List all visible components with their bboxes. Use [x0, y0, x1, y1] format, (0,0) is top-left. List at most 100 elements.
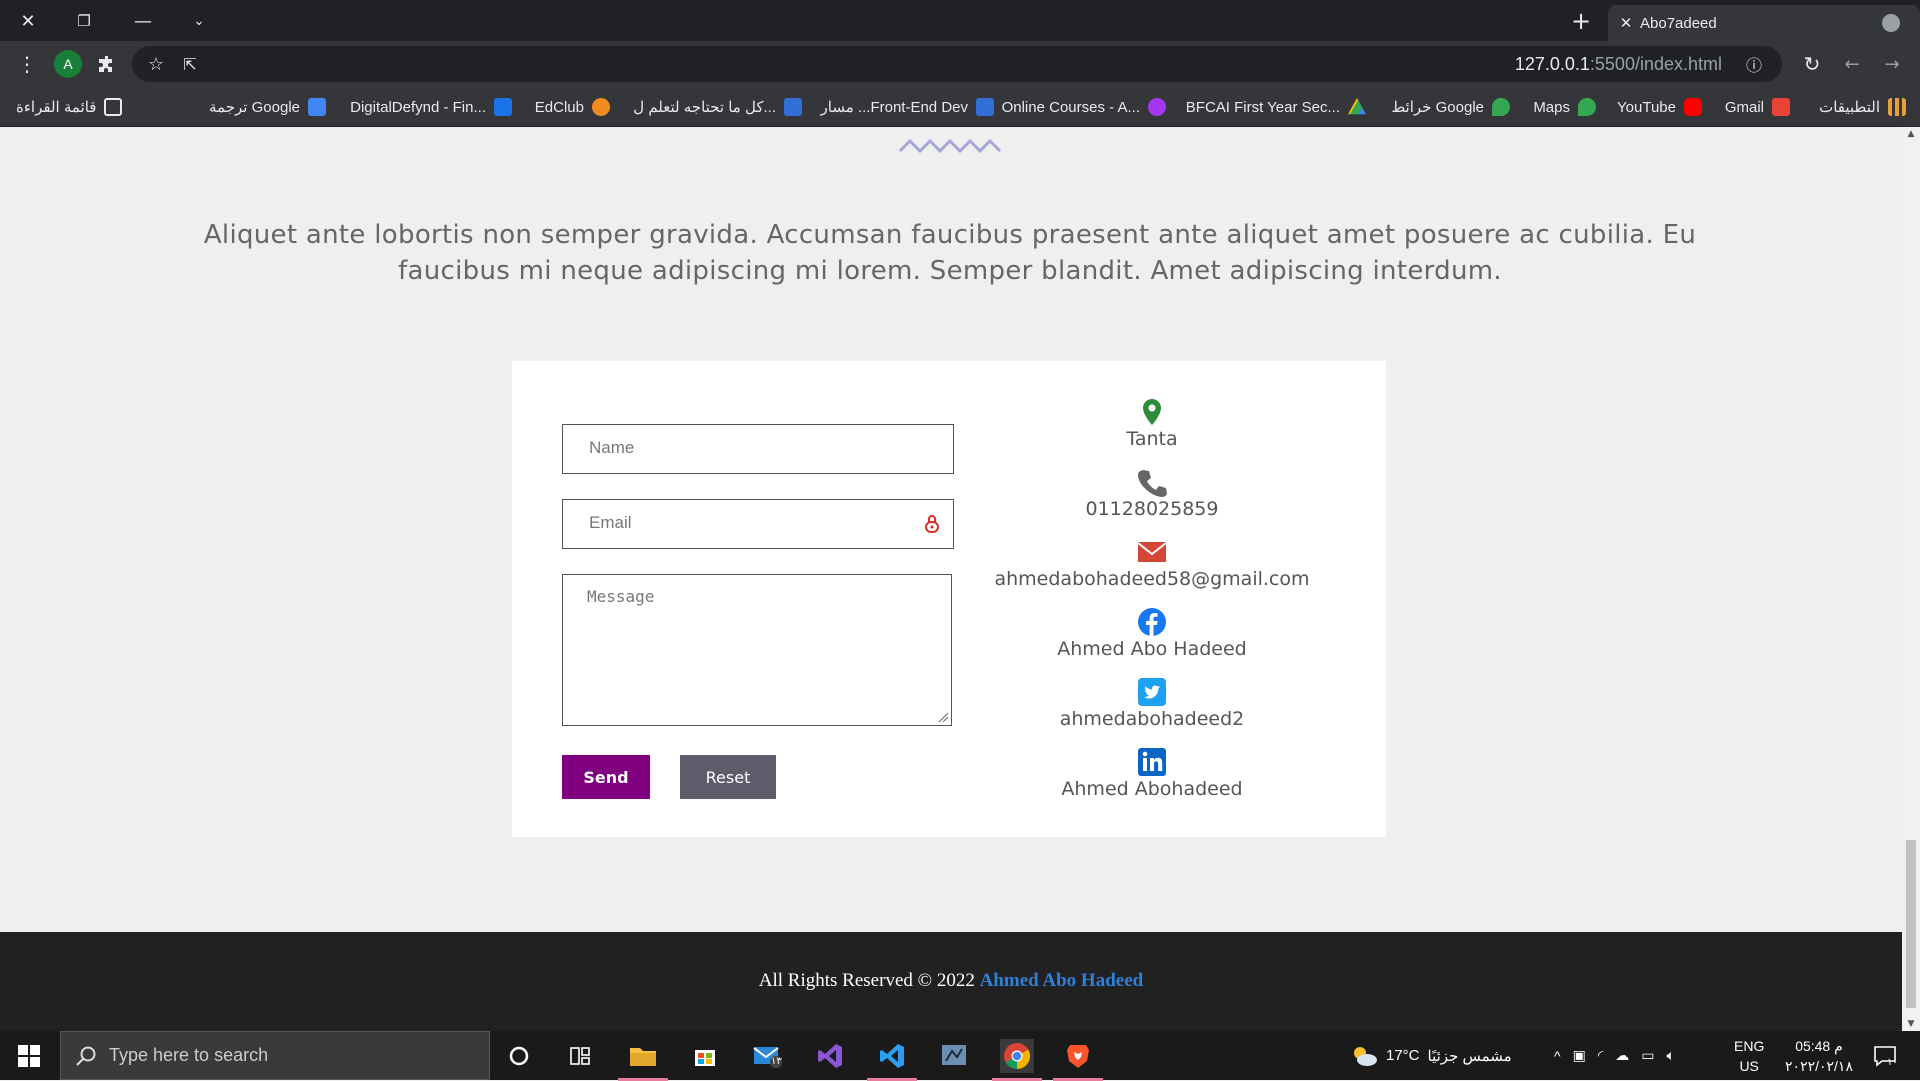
volume-icon[interactable]: 🔈︎ — [1666, 1047, 1674, 1064]
twitter-text: ahmedabohadeed2 — [1059, 708, 1245, 730]
site-info-icon[interactable]: ⓘ — [1740, 50, 1768, 78]
profile-avatar[interactable]: A — [54, 50, 82, 78]
scroll-up-arrow-icon[interactable]: ▲ — [1902, 127, 1920, 141]
input-language[interactable]: ENG US — [1734, 1031, 1764, 1080]
phone-text: 01128025859 — [1085, 498, 1219, 520]
email-field[interactable]: Email — [562, 499, 954, 549]
clock[interactable]: 05:48 م ٢٠٢٢/٠٢/١٨ — [1774, 1031, 1864, 1080]
bookmark-digitaldefynd[interactable]: DigitalDefynd - Fin... — [350, 95, 512, 119]
brave-icon[interactable] — [1053, 1039, 1103, 1081]
bookmark-label: ترجمة Google — [209, 99, 300, 116]
gmail-icon — [1772, 98, 1790, 116]
file-explorer-icon[interactable] — [618, 1039, 668, 1081]
tab-close-icon[interactable]: ✕ — [1616, 13, 1636, 33]
browser-tab[interactable]: ✕ Abo7adeed — [1608, 5, 1920, 41]
back-arrow-icon[interactable]: ← — [1838, 50, 1866, 78]
contact-location: Tanta — [982, 397, 1322, 450]
bookmark-youtube[interactable]: YouTube — [1617, 95, 1702, 119]
bookmark-label: EdClub — [534, 98, 584, 116]
bookmark-edclub[interactable]: EdClub — [535, 95, 610, 119]
windows-start-icon[interactable] — [12, 1039, 46, 1073]
resize-grip-icon[interactable] — [937, 711, 949, 723]
bookmark-translate[interactable]: ترجمة Google — [209, 95, 326, 119]
url-text[interactable]: 127.0.0.1:5500/index.html — [1515, 54, 1722, 75]
contact-linkedin: Ahmed Abohadeed — [982, 747, 1322, 800]
battery-icon[interactable]: ▭ — [1641, 1047, 1654, 1064]
clock-date: ٢٠٢٢/٠٢/١٨ — [1785, 1057, 1853, 1074]
globe-icon — [1882, 14, 1900, 32]
footer-copyright: All Rights Reserved © 2022 Ahmed Abo Had… — [0, 970, 1902, 992]
restore-window-icon[interactable]: ❐ — [69, 6, 99, 36]
reload-icon[interactable]: ↻ — [1798, 50, 1826, 78]
search-placeholder: Type here to search — [109, 1045, 269, 1065]
visual-studio-icon[interactable] — [813, 1039, 847, 1073]
message-textarea[interactable]: Message — [562, 574, 952, 726]
intro-paragraph: Aliquet ante lobortis non semper gravida… — [203, 220, 1697, 286]
bookmark-label: YouTube — [1617, 98, 1676, 116]
microsoft-store-icon[interactable] — [688, 1039, 722, 1073]
wifi-icon[interactable]: ◜ — [1598, 1047, 1603, 1064]
scrollbar-thumb[interactable] — [1906, 840, 1916, 1008]
weather-temp: 17°C — [1386, 1047, 1420, 1064]
name-field[interactable]: Name — [562, 424, 954, 474]
lang-bottom: US — [1739, 1057, 1759, 1074]
bookmark-apps[interactable]: التطبيقات — [1819, 95, 1906, 119]
bookmark-maps[interactable]: Maps — [1533, 95, 1596, 119]
cortana-icon[interactable] — [502, 1039, 536, 1073]
maps-icon — [1492, 98, 1510, 116]
notification-center-icon[interactable]: ١٠ — [1868, 1039, 1902, 1073]
weather-widget[interactable]: 17°C مشمس جزئيًا — [1350, 1031, 1512, 1080]
contact-email: ahmedabohadeed58@gmail.com — [982, 537, 1322, 590]
bookmark-learn[interactable]: كل ما تحتاجه لتعلم ل... — [633, 95, 802, 119]
extensions-puzzle-icon[interactable] — [93, 50, 121, 78]
e-icon — [976, 98, 994, 116]
scroll-down-arrow-icon[interactable]: ▼ — [1902, 1017, 1920, 1031]
send-button[interactable]: Send — [562, 755, 650, 799]
show-hidden-icons-chevron-icon[interactable]: ^ — [1554, 1048, 1561, 1064]
bookmark-online-courses[interactable]: Online Courses - A... — [1002, 95, 1166, 119]
bookmark-reading-list[interactable]: قائمة القراءة — [16, 95, 123, 119]
tab-title: Abo7adeed — [1640, 14, 1717, 32]
bookmark-bfcai[interactable]: BFCAI First Year Sec... — [1186, 95, 1366, 119]
mail-app-icon[interactable]: ١٣ — [750, 1039, 784, 1073]
bookmark-label: Online Courses - A... — [1001, 98, 1140, 116]
contact-twitter: ahmedabohadeed2 — [982, 677, 1322, 730]
new-tab-icon[interactable]: + — [1566, 6, 1596, 36]
menu-dots-icon[interactable]: ⋮ — [13, 50, 41, 78]
address-bar[interactable]: ☆ ⇱ 127.0.0.1:5500/index.html ⓘ — [132, 46, 1782, 82]
bookmark-label: BFCAI First Year Sec... — [1185, 98, 1340, 116]
bookmark-google-maps-ar[interactable]: خرائط Google — [1391, 95, 1510, 119]
clock-time: 05:48 م — [1795, 1037, 1843, 1054]
footer-author-link[interactable]: Ahmed Abo Hadeed — [980, 970, 1144, 991]
page-footer: All Rights Reserved © 2022 Ahmed Abo Had… — [0, 932, 1902, 1031]
share-icon[interactable]: ⇱ — [176, 50, 204, 78]
message-placeholder: Message — [587, 587, 655, 606]
sql-server-icon[interactable] — [937, 1039, 971, 1073]
wave-divider-icon — [898, 138, 1002, 154]
search-icon — [76, 1046, 96, 1066]
task-view-icon[interactable] — [563, 1039, 597, 1073]
system-tray: ^ ▣ ◜ ☁ ▭ 🔈︎ — [1554, 1031, 1675, 1080]
forward-arrow-icon[interactable]: → — [1878, 50, 1906, 78]
bookmark-front-end[interactable]: مسار ...Front-End Dev — [821, 95, 994, 119]
vscode-icon[interactable] — [867, 1039, 917, 1081]
taskbar-search-box[interactable]: Type here to search — [60, 1031, 490, 1080]
location-pin-icon — [1143, 399, 1161, 425]
partly-sunny-icon — [1354, 1046, 1377, 1066]
page-scrollbar[interactable]: ▲ ▼ — [1902, 127, 1920, 1031]
meet-now-icon[interactable]: ▣ — [1573, 1047, 1586, 1064]
browser-toolbar: ⋮ A ☆ ⇱ 127.0.0.1:5500/index.html ⓘ ↻ ← … — [0, 41, 1920, 87]
udemy-icon — [1148, 98, 1166, 116]
linkedin-icon — [1138, 748, 1166, 776]
facebook-text: Ahmed Abo Hadeed — [1057, 638, 1247, 660]
bookmark-gmail[interactable]: Gmail — [1725, 95, 1790, 119]
close-window-icon[interactable]: ✕ — [13, 6, 43, 36]
chrome-icon[interactable] — [992, 1039, 1042, 1081]
tab-search-chevron-icon[interactable]: ⌄ — [184, 6, 214, 36]
bookmark-star-icon[interactable]: ☆ — [142, 50, 170, 78]
minimize-window-icon[interactable]: — — [128, 6, 158, 36]
youtube-icon — [1684, 98, 1702, 116]
password-manager-lock-icon[interactable] — [921, 513, 943, 535]
reset-button[interactable]: Reset — [680, 755, 776, 799]
onedrive-cloud-icon[interactable]: ☁ — [1615, 1047, 1629, 1064]
